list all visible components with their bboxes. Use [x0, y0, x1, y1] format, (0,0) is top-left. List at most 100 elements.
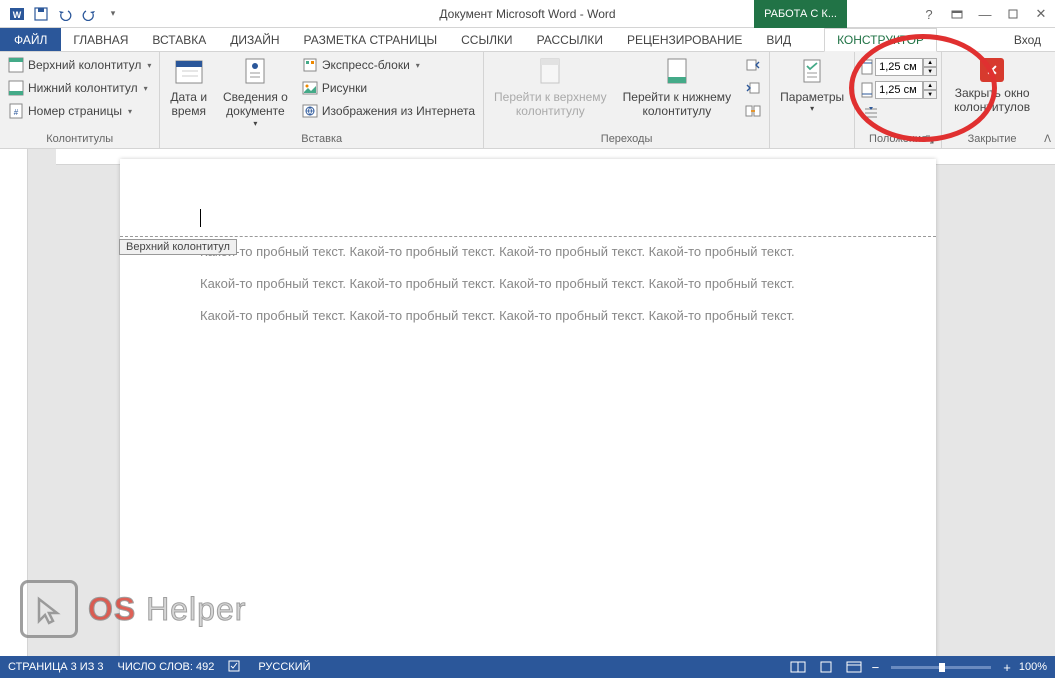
- group-label: Положение: [859, 131, 937, 148]
- header-tag-label: Верхний колонтитул: [119, 239, 237, 255]
- group-label: Закрытие: [946, 131, 1038, 148]
- group-insert: Дата ивремя Сведения одокументе▾ Экспрес…: [160, 52, 484, 148]
- link-previous-button[interactable]: [741, 100, 765, 122]
- header-top-button[interactable]: Верхний колонтитул▾: [4, 54, 155, 76]
- group-label: Вставка: [164, 131, 479, 148]
- calendar-icon: [173, 56, 205, 88]
- ribbon-display-icon[interactable]: [943, 0, 971, 28]
- ribbon-tabs: ФАЙЛ ГЛАВНАЯ ВСТАВКА ДИЗАЙН РАЗМЕТКА СТР…: [0, 28, 1055, 52]
- tab-references[interactable]: ССЫЛКИ: [449, 28, 524, 51]
- zoom-slider[interactable]: [891, 666, 991, 669]
- help-icon[interactable]: ?: [915, 0, 943, 28]
- tab-design[interactable]: ДИЗАЙН: [218, 28, 291, 51]
- header-from-top-spinner[interactable]: ▲▼: [859, 57, 937, 77]
- spin-up-icon[interactable]: ▲: [923, 81, 937, 90]
- watermark-text: OS Helper: [88, 591, 246, 628]
- ribbon: Верхний колонтитул▾ Нижний колонтитул▾ #…: [0, 52, 1055, 149]
- tab-layout[interactable]: РАЗМЕТКА СТРАНИЦЫ: [292, 28, 450, 51]
- goto-header-icon: [534, 56, 566, 88]
- signin-link[interactable]: Вход: [1006, 28, 1049, 52]
- language-indicator[interactable]: РУССКИЙ: [258, 661, 310, 673]
- title-bar: W ▾ Документ Microsoft Word - Word РАБОТ…: [0, 0, 1055, 28]
- save-icon[interactable]: [30, 3, 52, 25]
- spin-up-icon[interactable]: ▲: [923, 58, 937, 67]
- online-pictures-button[interactable]: Изображения из Интернета: [298, 100, 479, 122]
- header-margin-icon: [859, 59, 875, 75]
- header-edit-area[interactable]: Верхний колонтитул: [120, 159, 936, 237]
- zoom-out-icon[interactable]: −: [872, 660, 880, 675]
- options-button[interactable]: Параметры▾: [774, 54, 850, 116]
- word-app-icon[interactable]: W: [6, 3, 28, 25]
- web-image-icon: [302, 103, 318, 119]
- zoom-in-icon[interactable]: +: [1003, 660, 1011, 675]
- tab-constructor[interactable]: КОНСТРУКТОР: [824, 28, 937, 52]
- footer-margin-input[interactable]: [875, 81, 923, 99]
- undo-icon[interactable]: [54, 3, 76, 25]
- page-indicator[interactable]: СТРАНИЦА 3 ИЗ 3: [8, 661, 104, 673]
- tab-insert[interactable]: ВСТАВКА: [140, 28, 218, 51]
- header-icon: [8, 57, 24, 73]
- spin-down-icon[interactable]: ▼: [923, 67, 937, 76]
- close-header-footer-button[interactable]: ✕ Закрыть окноколонтитулов: [946, 54, 1038, 119]
- options-icon: [796, 56, 828, 88]
- align-tab-icon: [863, 105, 879, 121]
- svg-text:W: W: [13, 10, 22, 20]
- qat-customize-icon[interactable]: ▾: [102, 3, 124, 25]
- header-margin-input[interactable]: [875, 58, 923, 76]
- picture-icon: [302, 80, 318, 96]
- next-section-button[interactable]: [741, 77, 765, 99]
- tab-view[interactable]: ВИД: [754, 28, 803, 51]
- redo-icon[interactable]: [78, 3, 100, 25]
- paragraph: Какой-то пробный текст. Какой-то пробный…: [200, 307, 856, 325]
- close-icon[interactable]: ✕: [1027, 0, 1055, 28]
- group-headers-footers: Верхний колонтитул▾ Нижний колонтитул▾ #…: [0, 52, 160, 148]
- goto-header-button: Перейти к верхнемуколонтитулу: [488, 54, 613, 121]
- watermark-logo: OS Helper: [20, 580, 246, 638]
- page-number-icon: #: [8, 103, 24, 119]
- spin-down-icon[interactable]: ▼: [923, 90, 937, 99]
- next-icon: [745, 80, 761, 96]
- collapse-ribbon-icon[interactable]: ᐱ: [1044, 134, 1051, 145]
- doc-info-icon: [239, 56, 271, 88]
- dialog-launcher-icon[interactable]: [925, 135, 935, 145]
- link-icon: [745, 103, 761, 119]
- group-label: Колонтитулы: [4, 131, 155, 148]
- window-controls: ? ― ✕: [915, 0, 1055, 28]
- tab-mailings[interactable]: РАССЫЛКИ: [525, 28, 615, 51]
- page-number-button[interactable]: #Номер страницы▾: [4, 100, 155, 122]
- tab-review[interactable]: РЕЦЕНЗИРОВАНИЕ: [615, 28, 754, 51]
- word-count[interactable]: ЧИСЛО СЛОВ: 492: [118, 661, 215, 673]
- proofing-icon[interactable]: [228, 659, 244, 676]
- footer-from-bottom-spinner[interactable]: ▲▼: [859, 80, 937, 100]
- zoom-thumb[interactable]: [939, 663, 945, 672]
- tab-file[interactable]: ФАЙЛ: [0, 28, 61, 51]
- date-time-button[interactable]: Дата ивремя: [164, 54, 213, 121]
- goto-footer-button[interactable]: Перейти к нижнемуколонтитулу: [617, 54, 738, 121]
- insert-alignment-tab-button[interactable]: [859, 102, 937, 124]
- tab-home[interactable]: ГЛАВНАЯ: [61, 28, 140, 51]
- minimize-icon[interactable]: ―: [971, 0, 999, 28]
- goto-footer-icon: [661, 56, 693, 88]
- quick-parts-icon: [302, 57, 318, 73]
- group-label: Переходы: [488, 131, 765, 148]
- read-mode-icon[interactable]: [788, 658, 808, 676]
- group-options: Параметры▾: [770, 52, 855, 148]
- quick-access-toolbar: W ▾: [0, 3, 124, 25]
- group-navigation: Перейти к верхнемуколонтитулу Перейти к …: [484, 52, 770, 148]
- group-position: ▲▼ ▲▼ Положение: [855, 52, 942, 148]
- maximize-icon[interactable]: [999, 0, 1027, 28]
- document-info-button[interactable]: Сведения одокументе▾: [217, 54, 294, 130]
- prev-section-button[interactable]: [741, 54, 765, 76]
- zoom-level[interactable]: 100%: [1019, 661, 1047, 673]
- group-close: ✕ Закрыть окноколонтитулов Закрытие: [942, 52, 1042, 148]
- contextual-tab-header: РАБОТА С К...: [754, 0, 847, 28]
- group-label: [774, 143, 850, 148]
- pictures-button[interactable]: Рисунки: [298, 77, 479, 99]
- quick-parts-button[interactable]: Экспресс-блоки▾: [298, 54, 479, 76]
- text-cursor: [200, 209, 856, 227]
- header-bottom-button[interactable]: Нижний колонтитул▾: [4, 77, 155, 99]
- cursor-logo-icon: [20, 580, 78, 638]
- paragraph: Какой-то пробный текст. Какой-то пробный…: [200, 243, 856, 261]
- web-layout-icon[interactable]: [844, 658, 864, 676]
- print-layout-icon[interactable]: [816, 658, 836, 676]
